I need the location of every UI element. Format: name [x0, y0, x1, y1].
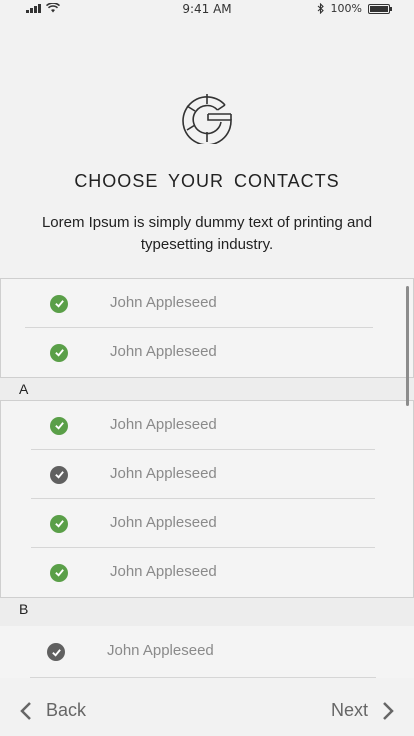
- chevron-left-icon: [20, 701, 31, 720]
- contacts-group-b: John Appleseed: [0, 626, 414, 678]
- chevron-right-icon: [383, 701, 394, 720]
- scrollbar[interactable]: [406, 286, 409, 406]
- contact-row[interactable]: John Appleseed: [1, 450, 413, 499]
- next-label: Next: [330, 700, 368, 720]
- battery-icon: [368, 3, 392, 14]
- contacts-group: John Appleseed John Appleseed: [0, 278, 414, 378]
- check-circle-icon[interactable]: [50, 294, 68, 313]
- check-circle-icon[interactable]: [50, 343, 68, 362]
- contact-name: John Appleseed: [110, 562, 217, 580]
- contact-name: John Appleseed: [107, 642, 214, 659]
- section-header-b: B: [0, 598, 414, 626]
- contact-name: John Appleseed: [110, 415, 217, 433]
- contact-name: John Appleseed: [110, 342, 217, 360]
- check-circle-icon[interactable]: [50, 563, 68, 582]
- contact-name: John Appleseed: [110, 293, 217, 311]
- google-logo-icon: [182, 94, 232, 144]
- contact-row[interactable]: John Appleseed: [1, 401, 413, 450]
- page-description: Lorem Ipsum is simply dummy text of prin…: [41, 214, 373, 253]
- contact-name: John Appleseed: [110, 513, 217, 531]
- back-button[interactable]: Back: [20, 700, 86, 721]
- contact-row[interactable]: John Appleseed: [1, 328, 413, 377]
- check-circle-icon[interactable]: [47, 643, 65, 661]
- battery-percentage: 100%: [330, 2, 362, 15]
- contact-row[interactable]: John Appleseed: [1, 499, 413, 548]
- footer-nav: Back Next: [0, 690, 414, 736]
- contacts-list[interactable]: John Appleseed John Appleseed A John App…: [0, 278, 414, 678]
- section-header-a: A: [0, 378, 414, 400]
- row-divider: [30, 677, 376, 678]
- next-button[interactable]: Next: [331, 700, 394, 721]
- contact-row[interactable]: John Appleseed: [0, 626, 414, 678]
- contact-row[interactable]: John Appleseed: [1, 279, 413, 328]
- contact-row[interactable]: John Appleseed: [1, 548, 413, 597]
- contact-name: John Appleseed: [110, 464, 217, 482]
- status-bar: 9:41 AM 100%: [0, 0, 414, 20]
- check-circle-icon[interactable]: [50, 514, 68, 533]
- contacts-group-a: John Appleseed John Appleseed John Apple…: [0, 400, 414, 598]
- back-label: Back: [46, 700, 87, 720]
- check-circle-icon[interactable]: [50, 416, 68, 435]
- bluetooth-icon: [317, 3, 324, 14]
- page-title: CHOOSE YOUR CONTACTS: [74, 171, 340, 191]
- check-circle-icon[interactable]: [50, 465, 68, 484]
